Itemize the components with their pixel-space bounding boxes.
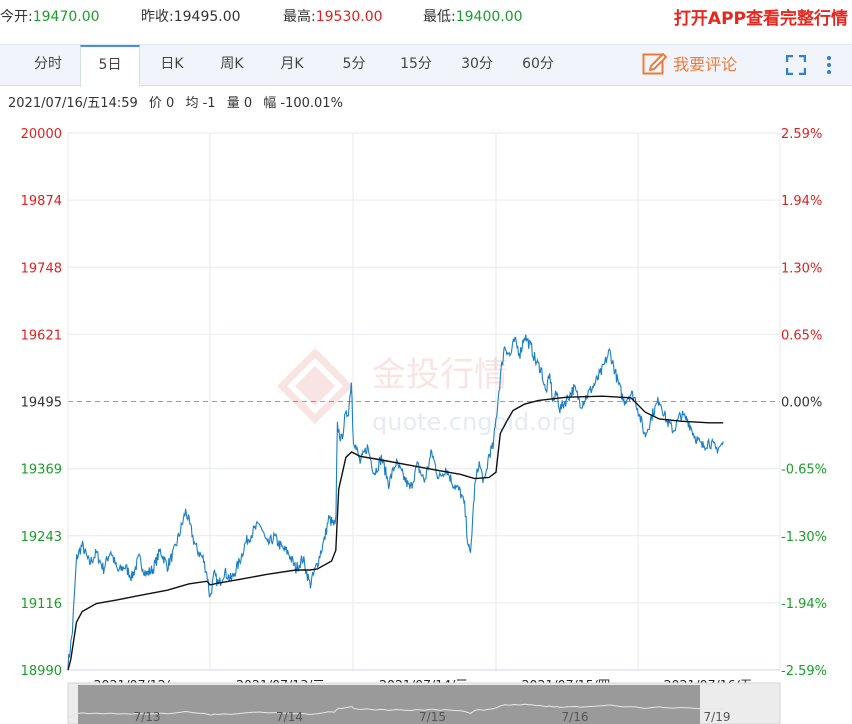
y-tick-label-right: 2.59%	[781, 127, 822, 142]
navigator-date-label: 7/15	[419, 710, 446, 724]
y-tick-label-right: -1.94%	[781, 597, 827, 612]
navigator-selection	[78, 685, 700, 724]
average-price-line	[67, 395, 724, 671]
y-tick-label-left: 19621	[21, 328, 62, 343]
watermark: 金投行情 quote.cngold.org	[277, 348, 576, 436]
y-tick-label-left: 19748	[21, 261, 62, 276]
navigator-date-label: 7/14	[276, 710, 303, 724]
watermark-logo-icon	[277, 348, 353, 424]
y-tick-label-right: 0.00%	[781, 396, 822, 411]
y-tick-label-left: 19243	[21, 530, 62, 545]
y-tick-label-right: 0.65%	[781, 328, 822, 343]
y-tick-label-left: 19495	[21, 396, 62, 411]
y-tick-label-left: 18990	[21, 664, 62, 679]
watermark-brand: 金投行情	[372, 355, 508, 395]
watermark-url: quote.cngold.org	[372, 408, 576, 436]
navigator-date-label: 7/16	[562, 710, 589, 724]
y-tick-label-right: -2.59%	[781, 664, 827, 679]
y-tick-label-right: 1.30%	[781, 261, 822, 276]
chart-grid	[67, 132, 781, 671]
price-chart[interactable]: 金投行情 quote.cngold.org 20000 19874 19748 196…	[0, 0, 852, 724]
y-tick-label-right: 1.94%	[781, 194, 822, 209]
range-navigator[interactable]: 7/13 7/14 7/15 7/16 7/19	[67, 682, 781, 724]
navigator-date-label: 7/13	[134, 710, 161, 724]
y-tick-label-right: -0.65%	[781, 463, 827, 478]
y-tick-label-left: 20000	[21, 127, 62, 142]
y-tick-label-left: 19116	[21, 597, 62, 612]
y-axis-left: 20000 19874 19748 19621 19495 19369 19243 19116…	[21, 127, 62, 679]
y-tick-label-left: 19874	[21, 194, 62, 209]
y-axis-right: 2.59% 1.94% 1.30% 0.65% 0.00% -0.65% -1.30% -1.…	[781, 127, 827, 679]
navigator-date-label: 7/19	[704, 710, 731, 724]
y-tick-label-right: -1.30%	[781, 530, 827, 545]
y-tick-label-left: 19369	[21, 463, 62, 478]
